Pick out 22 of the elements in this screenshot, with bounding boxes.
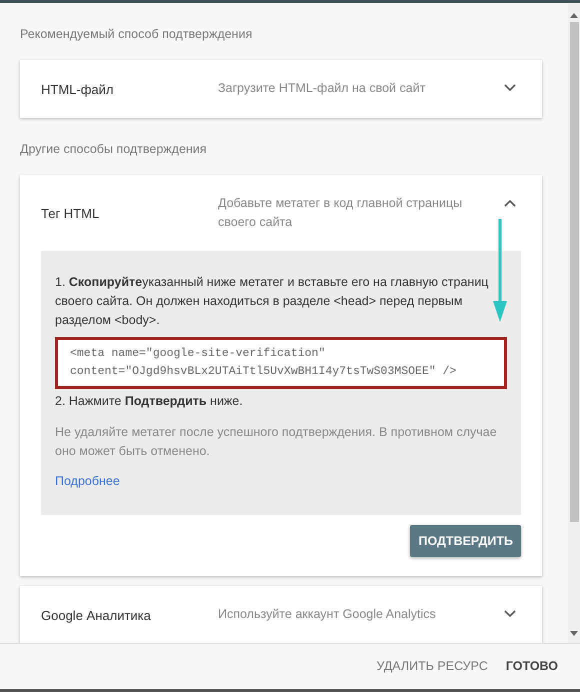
method-description: Используйте аккаунт Google Analytics (218, 606, 437, 623)
learn-more-link[interactable]: Подробнее (55, 472, 120, 491)
scroll-up-icon[interactable] (570, 12, 578, 18)
note-text: Не удаляйте метатег после успешного подтверждения. В противном случае оно может быть отменено. (55, 424, 498, 460)
chevron-up-icon[interactable] (504, 199, 516, 207)
chevron-down-icon[interactable] (504, 610, 516, 618)
method-description: Загрузите HTML-файл на свой сайт (218, 80, 426, 97)
meta-tag-code: <meta name="google-site-verification" content="OJgd9hsvBLx2UTAiTtl5UvXwBH1I4y7tsTwS03MSOEE" /> (55, 337, 507, 389)
delete-property-button[interactable]: УДАЛИТЬ РЕСУРС (368, 651, 496, 682)
section-heading: Другие способы подтверждения (20, 141, 208, 158)
step-text: 1. Скопируйтеуказанный ниже метатег и вставьте его на главную страниц своего сайта. Он должен находиться в разделе <head> перед первым разделом <body>. (55, 274, 490, 329)
method-title: Тег HTML (41, 204, 100, 223)
scrollbar-thumb[interactable] (570, 22, 578, 522)
step-text: 2. Нажмите Подтвердить ниже. (55, 393, 244, 410)
section-heading: Рекомендуемый способ подтверждения (20, 26, 254, 43)
method-title: Google Аналитика (41, 607, 152, 625)
verify-button[interactable]: ПОДТВЕРДИТЬ (410, 525, 521, 557)
scroll-down-icon[interactable] (570, 631, 578, 637)
method-title: HTML-файл (41, 80, 114, 99)
method-description: Добавьте метатег в код главной страницы своего сайта (218, 195, 464, 231)
done-button[interactable]: ГОТОВО (498, 651, 566, 682)
chevron-down-icon[interactable] (504, 84, 516, 92)
